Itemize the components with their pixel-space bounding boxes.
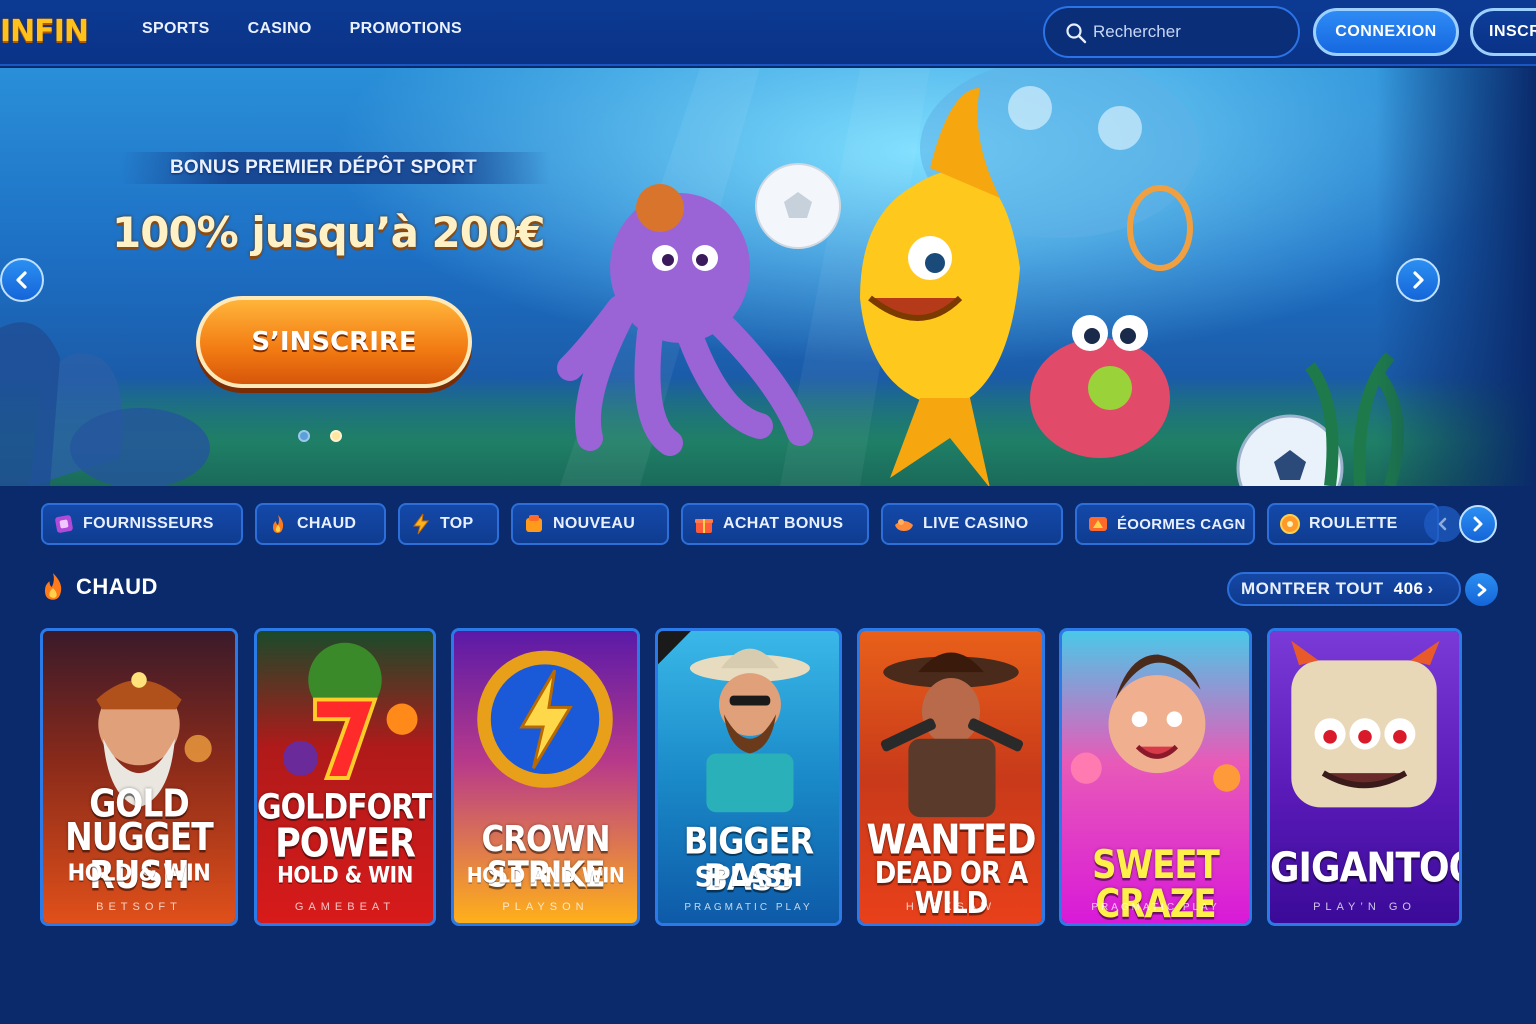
category-bar: FOURNISSEURS CHAUD TOP NOUVEAU ACHAT BON… [0,500,1536,548]
game-card-bigger-bass-splash[interactable]: BIGGER BASS SPLASH PRAGMATIC PLAY [655,628,842,926]
banner-illustration [0,68,1404,486]
nav-casino[interactable]: CASINO [248,20,312,38]
games-row: GOLD NUGGET RUSH HOLD & WIN BETSOFT GOLD… [0,628,1536,928]
section-header: CHAUD [40,572,158,602]
main-nav: SPORTS CASINO PROMOTIONS [142,20,462,38]
category-label: TOP [440,515,474,532]
top-header: INFIN SPORTS CASINO PROMOTIONS CONNEXION… [0,0,1536,66]
category-fournisseurs[interactable]: FOURNISSEURS [41,503,243,545]
game-provider: PRAGMATIC PLAY [1091,902,1220,913]
category-label: CHAUD [297,515,357,532]
nav-sports[interactable]: SPORTS [142,20,210,38]
promo-subtitle: BONUS PREMIER DÉPÔT SPORT [170,157,477,178]
category-live-casino[interactable]: LIVE CASINO [881,503,1063,545]
category-label: ÉOORMES CAGN [1117,515,1246,533]
search-box[interactable] [1043,6,1300,58]
game-provider: BETSOFT [96,901,182,913]
section-next-button[interactable] [1465,573,1498,606]
game-card-goldfortune-power[interactable]: GOLDFORTUNE POWER HOLD & WIN GAMEBEAT [254,628,436,926]
providers-icon [55,515,73,533]
category-roulette[interactable]: ROULETTE [1267,503,1439,545]
chevron-right-icon [1477,583,1486,596]
game-provider: PLAY’N GO [1313,901,1416,913]
category-enormes-cagnottes[interactable]: ÉOORMES CAGN [1075,503,1255,545]
chevron-right-icon [1413,271,1424,289]
show-all-label: MONTRER TOUT [1241,579,1384,598]
new-tag-icon [526,515,542,532]
nav-promotions[interactable]: PROMOTIONS [350,20,462,38]
category-chaud[interactable]: CHAUD [255,503,386,545]
flame-icon [273,515,284,533]
category-label: ACHAT BONUS [723,515,844,532]
login-button[interactable]: CONNEXION [1313,8,1459,56]
signup-button[interactable]: INSCRIPTION [1470,8,1536,56]
game-provider: GAMEBEAT [294,901,396,913]
chevron-left-icon [16,271,27,289]
game-card-sweet-craze[interactable]: SWEET CRAZE PRAGMATIC PLAY [1059,628,1252,926]
carousel-dot-1[interactable] [298,430,310,442]
game-provider: PLAYSON [502,901,589,913]
search-icon [1066,23,1087,44]
chevron-right-icon [1473,516,1483,532]
game-card-gold-nugget-rush[interactable]: GOLD NUGGET RUSH HOLD & WIN BETSOFT [40,628,238,926]
search-input[interactable] [1093,20,1283,44]
game-subtitle: HOLD & WIN [277,861,413,889]
promo-title: 100% jusqu’à 200€ [112,208,545,257]
game-subtitle: HOLD & WIN [67,859,211,887]
game-card-gigantooz[interactable]: GIGANTOOZ PLAY’N GO [1267,628,1462,926]
section-title: CHAUD [76,574,158,599]
game-provider: PRAGMATIC PLAY [684,902,813,913]
categories-next-button[interactable] [1459,505,1497,543]
chevron-left-icon [1438,517,1447,531]
game-title-line1: WANTED [866,816,1036,864]
show-all-button[interactable]: MONTRER TOUT 406 › [1227,572,1461,606]
show-all-chevron: › [1427,579,1434,598]
game-card-wanted-dead-or-a-wild[interactable]: WANTED DEAD OR A WILD HACKSAW [857,628,1045,926]
category-label: ROULETTE [1309,515,1398,532]
gift-icon [695,519,713,533]
banner-prev-button[interactable] [0,258,44,302]
category-label: LIVE CASINO [923,515,1029,532]
site-logo[interactable]: INFIN [0,14,89,49]
carousel-dot-2-active[interactable] [330,430,342,442]
promo-banner[interactable]: BONUS PREMIER DÉPÔT SPORT 100% jusqu’à 2… [0,68,1536,486]
jackpot-icon [1089,517,1107,531]
roulette-icon [1280,514,1300,534]
category-label: FOURNISSEURS [83,515,214,532]
games-count: 406 [1393,579,1424,598]
game-title-line1: GIGANTOOZ [1270,844,1459,892]
banner-next-button[interactable] [1396,258,1440,302]
game-card-crown-strike[interactable]: CROWN STRIKE HOLD AND WIN PLAYSON [451,628,640,926]
category-achat-bonus[interactable]: ACHAT BONUS [681,503,869,545]
flame-icon [44,573,62,600]
game-provider: HACKSAW [905,901,997,913]
signup-cta-button[interactable]: S’INSCRIRE [196,296,472,388]
game-subtitle: SPLASH [694,860,803,893]
categories-prev-button[interactable] [1424,506,1462,542]
game-subtitle: HOLD AND WIN [466,863,625,889]
category-nouveau[interactable]: NOUVEAU [511,503,669,545]
live-dealer-icon [895,519,913,531]
category-label: NOUVEAU [553,515,636,532]
game-title-line2: POWER [275,820,416,867]
category-top[interactable]: TOP [398,503,499,545]
lightning-icon [413,513,430,535]
